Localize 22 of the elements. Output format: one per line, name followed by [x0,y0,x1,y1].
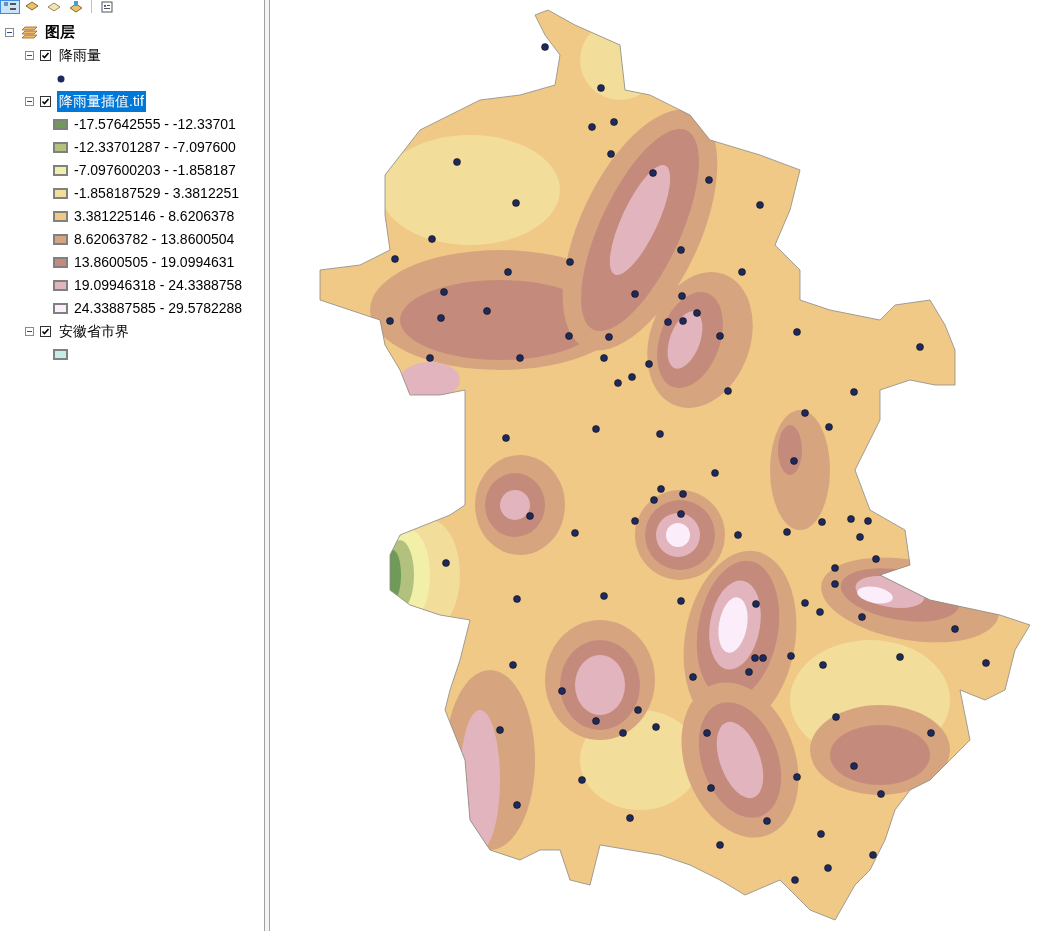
legend-label: -7.097600203 - -1.858187 [74,161,236,180]
layers-icon [21,25,38,39]
collapse-icon[interactable] [5,27,14,37]
layer-name[interactable]: 降雨量 [57,45,103,66]
checkbox[interactable] [40,50,51,61]
legend-label: 19.09946318 - 24.3388758 [74,276,243,295]
collapse-icon[interactable] [25,97,34,106]
data-frame-label: 图层 [45,21,75,42]
legend-label: -17.57642555 - -12.33701 [74,115,236,134]
checkbox[interactable] [40,326,51,337]
collapse-icon[interactable] [25,51,34,60]
checkbox[interactable] [40,96,51,107]
legend-label: 13.8600505 - 19.0994631 [74,253,235,272]
legend-label: -1.858187529 - 3.3812251 [74,184,240,203]
legend-label: -12.33701287 - -7.097600 [74,138,236,157]
legend-label: 8.62063782 - 13.8600504 [74,230,235,249]
collapse-icon[interactable] [25,327,34,336]
legend-label: 24.33887585 - 29.5782288 [74,299,243,318]
legend-label: 3.381225146 - 8.6206378 [74,207,235,226]
layer-name[interactable]: 降雨量插值.tif [57,91,146,112]
layer-name[interactable]: 安徽省市界 [57,321,131,342]
list-by-drawing-order-icon[interactable] [0,0,20,14]
